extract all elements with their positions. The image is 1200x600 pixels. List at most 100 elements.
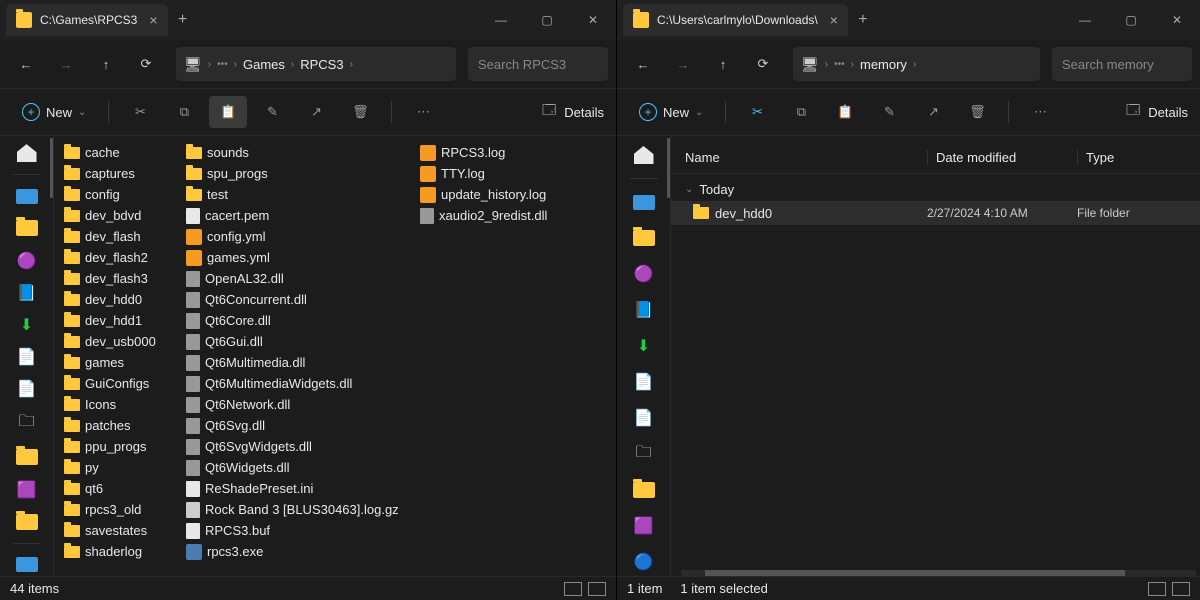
address-bar[interactable]: 🖥 › ••• › Games › RPCS3 › — [176, 47, 456, 81]
share-button[interactable]: ↗ — [914, 96, 952, 128]
list-item[interactable]: config.yml — [184, 226, 414, 247]
up-button[interactable]: ↑ — [88, 46, 124, 82]
view-grid-icon[interactable] — [588, 582, 606, 596]
sidebar-item[interactable]: 📄 — [631, 405, 657, 431]
list-item[interactable]: config — [62, 184, 180, 205]
list-item[interactable]: cache — [62, 142, 180, 163]
list-item[interactable]: Icons — [62, 394, 180, 415]
more-button[interactable]: ⋯ — [404, 96, 442, 128]
list-item[interactable]: dev_hdd1 — [62, 310, 180, 331]
close-button[interactable]: ✕ — [570, 4, 616, 36]
rename-button[interactable]: ✎ — [253, 96, 291, 128]
forward-button[interactable]: → — [48, 46, 84, 82]
sidebar-desktop[interactable] — [14, 185, 40, 207]
sidebar-home[interactable] — [631, 142, 657, 168]
list-item[interactable]: captures — [62, 163, 180, 184]
sidebar-item[interactable]: 🗀 — [631, 441, 657, 467]
back-button[interactable]: ← — [625, 46, 661, 82]
forward-button[interactable]: → — [665, 46, 701, 82]
list-item[interactable]: patches — [62, 415, 180, 436]
breadcrumb[interactable]: memory — [860, 57, 907, 72]
breadcrumb[interactable]: RPCS3 — [300, 57, 343, 72]
paste-button[interactable]: 📋 — [826, 96, 864, 128]
minimize-button[interactable]: — — [1062, 4, 1108, 36]
tab-active[interactable]: C:\Games\RPCS3 × — [6, 4, 168, 36]
list-item[interactable]: rpcs3.exe — [184, 541, 414, 562]
sidebar-item[interactable]: 🟪 — [631, 513, 657, 539]
new-tab-button[interactable]: + — [168, 11, 198, 29]
list-item[interactable]: dev_flash — [62, 226, 180, 247]
sidebar-downloads[interactable]: ⬇ — [14, 314, 40, 336]
close-button[interactable]: ✕ — [1154, 4, 1200, 36]
sidebar-desktop[interactable] — [631, 189, 657, 215]
sidebar-item[interactable]: 🔵 — [631, 549, 657, 575]
address-bar[interactable]: 🖥 › ••• › memory › — [793, 47, 1040, 81]
cut-button[interactable]: ✂ — [121, 96, 159, 128]
sidebar-item[interactable]: 📄 — [631, 369, 657, 395]
sidebar-folder[interactable] — [631, 477, 657, 503]
new-tab-button[interactable]: + — [848, 11, 878, 29]
list-item[interactable]: Qt6SvgWidgets.dll — [184, 436, 414, 457]
new-button[interactable]: + New ⌄ — [629, 96, 713, 128]
close-icon[interactable]: × — [149, 12, 157, 28]
paste-button[interactable]: 📋 — [209, 96, 247, 128]
view-grid-icon[interactable] — [1172, 582, 1190, 596]
tab-active[interactable]: C:\Users\carlmylo\Downloads\ × — [623, 4, 848, 36]
sidebar-folder[interactable] — [631, 225, 657, 251]
list-item[interactable]: qt6 — [62, 478, 180, 499]
list-item[interactable]: Qt6Core.dll — [184, 310, 414, 331]
list-item[interactable]: test — [184, 184, 414, 205]
header-name[interactable]: Name — [685, 150, 927, 165]
list-item[interactable]: spu_progs — [184, 163, 414, 184]
list-item[interactable]: RPCS3.log — [418, 142, 544, 163]
sidebar-item[interactable]: 🟣 — [631, 261, 657, 287]
sidebar-item[interactable]: 📄 — [14, 378, 40, 400]
sidebar-item[interactable]: 📄 — [14, 346, 40, 368]
ellipsis-icon[interactable]: ••• — [217, 59, 228, 70]
copy-button[interactable]: ⧉ — [782, 96, 820, 128]
more-button[interactable]: ⋯ — [1021, 96, 1059, 128]
refresh-button[interactable]: ⟳ — [745, 46, 781, 82]
list-item[interactable]: games.yml — [184, 247, 414, 268]
sidebar-folder[interactable] — [14, 446, 40, 468]
search-input[interactable]: Search RPCS3 — [468, 47, 608, 81]
new-button[interactable]: + New ⌄ — [12, 96, 96, 128]
list-item[interactable]: dev_hdd0 — [62, 289, 180, 310]
list-item[interactable]: Qt6Concurrent.dll — [184, 289, 414, 310]
horizontal-scrollbar[interactable] — [681, 570, 1196, 576]
delete-button[interactable]: 🗑 — [958, 96, 996, 128]
list-item[interactable]: xaudio2_9redist.dll — [418, 205, 544, 226]
cut-button[interactable]: ✂ — [738, 96, 776, 128]
list-item[interactable]: ReShadePreset.ini — [184, 478, 414, 499]
list-item[interactable]: rpcs3_old — [62, 499, 180, 520]
sidebar-desktop[interactable] — [14, 554, 40, 576]
maximize-button[interactable]: ▢ — [524, 4, 570, 36]
list-item[interactable]: cacert.pem — [184, 205, 414, 226]
delete-button[interactable]: 🗑 — [341, 96, 379, 128]
up-button[interactable]: ↑ — [705, 46, 741, 82]
back-button[interactable]: ← — [8, 46, 44, 82]
list-item[interactable]: update_history.log — [418, 184, 544, 205]
list-item[interactable]: Qt6MultimediaWidgets.dll — [184, 373, 414, 394]
list-item[interactable]: shaderlog — [62, 541, 180, 562]
list-item[interactable]: Qt6Network.dll — [184, 394, 414, 415]
list-item[interactable]: savestates — [62, 520, 180, 541]
sidebar-folder[interactable] — [14, 217, 40, 239]
file-list[interactable]: Name Date modified Type ⌄ Today dev_hdd0… — [671, 136, 1200, 576]
list-item[interactable]: Rock Band 3 [BLUS30463].log.gz — [184, 499, 414, 520]
rename-button[interactable]: ✎ — [870, 96, 908, 128]
sidebar-item[interactable]: 📘 — [14, 282, 40, 304]
maximize-button[interactable]: ▢ — [1108, 4, 1154, 36]
list-item[interactable]: dev_bdvd — [62, 205, 180, 226]
refresh-button[interactable]: ⟳ — [128, 46, 164, 82]
list-item[interactable]: ppu_progs — [62, 436, 180, 457]
header-date[interactable]: Date modified — [927, 150, 1077, 165]
view-list-icon[interactable] — [564, 582, 582, 596]
sidebar-folder[interactable] — [14, 511, 40, 533]
minimize-button[interactable]: — — [478, 4, 524, 36]
sidebar-item[interactable]: 🟣 — [14, 249, 40, 271]
view-list-icon[interactable] — [1148, 582, 1166, 596]
details-view-button[interactable]: 🗔 Details — [542, 101, 604, 123]
sidebar-home[interactable] — [14, 142, 40, 164]
list-item[interactable]: GuiConfigs — [62, 373, 180, 394]
